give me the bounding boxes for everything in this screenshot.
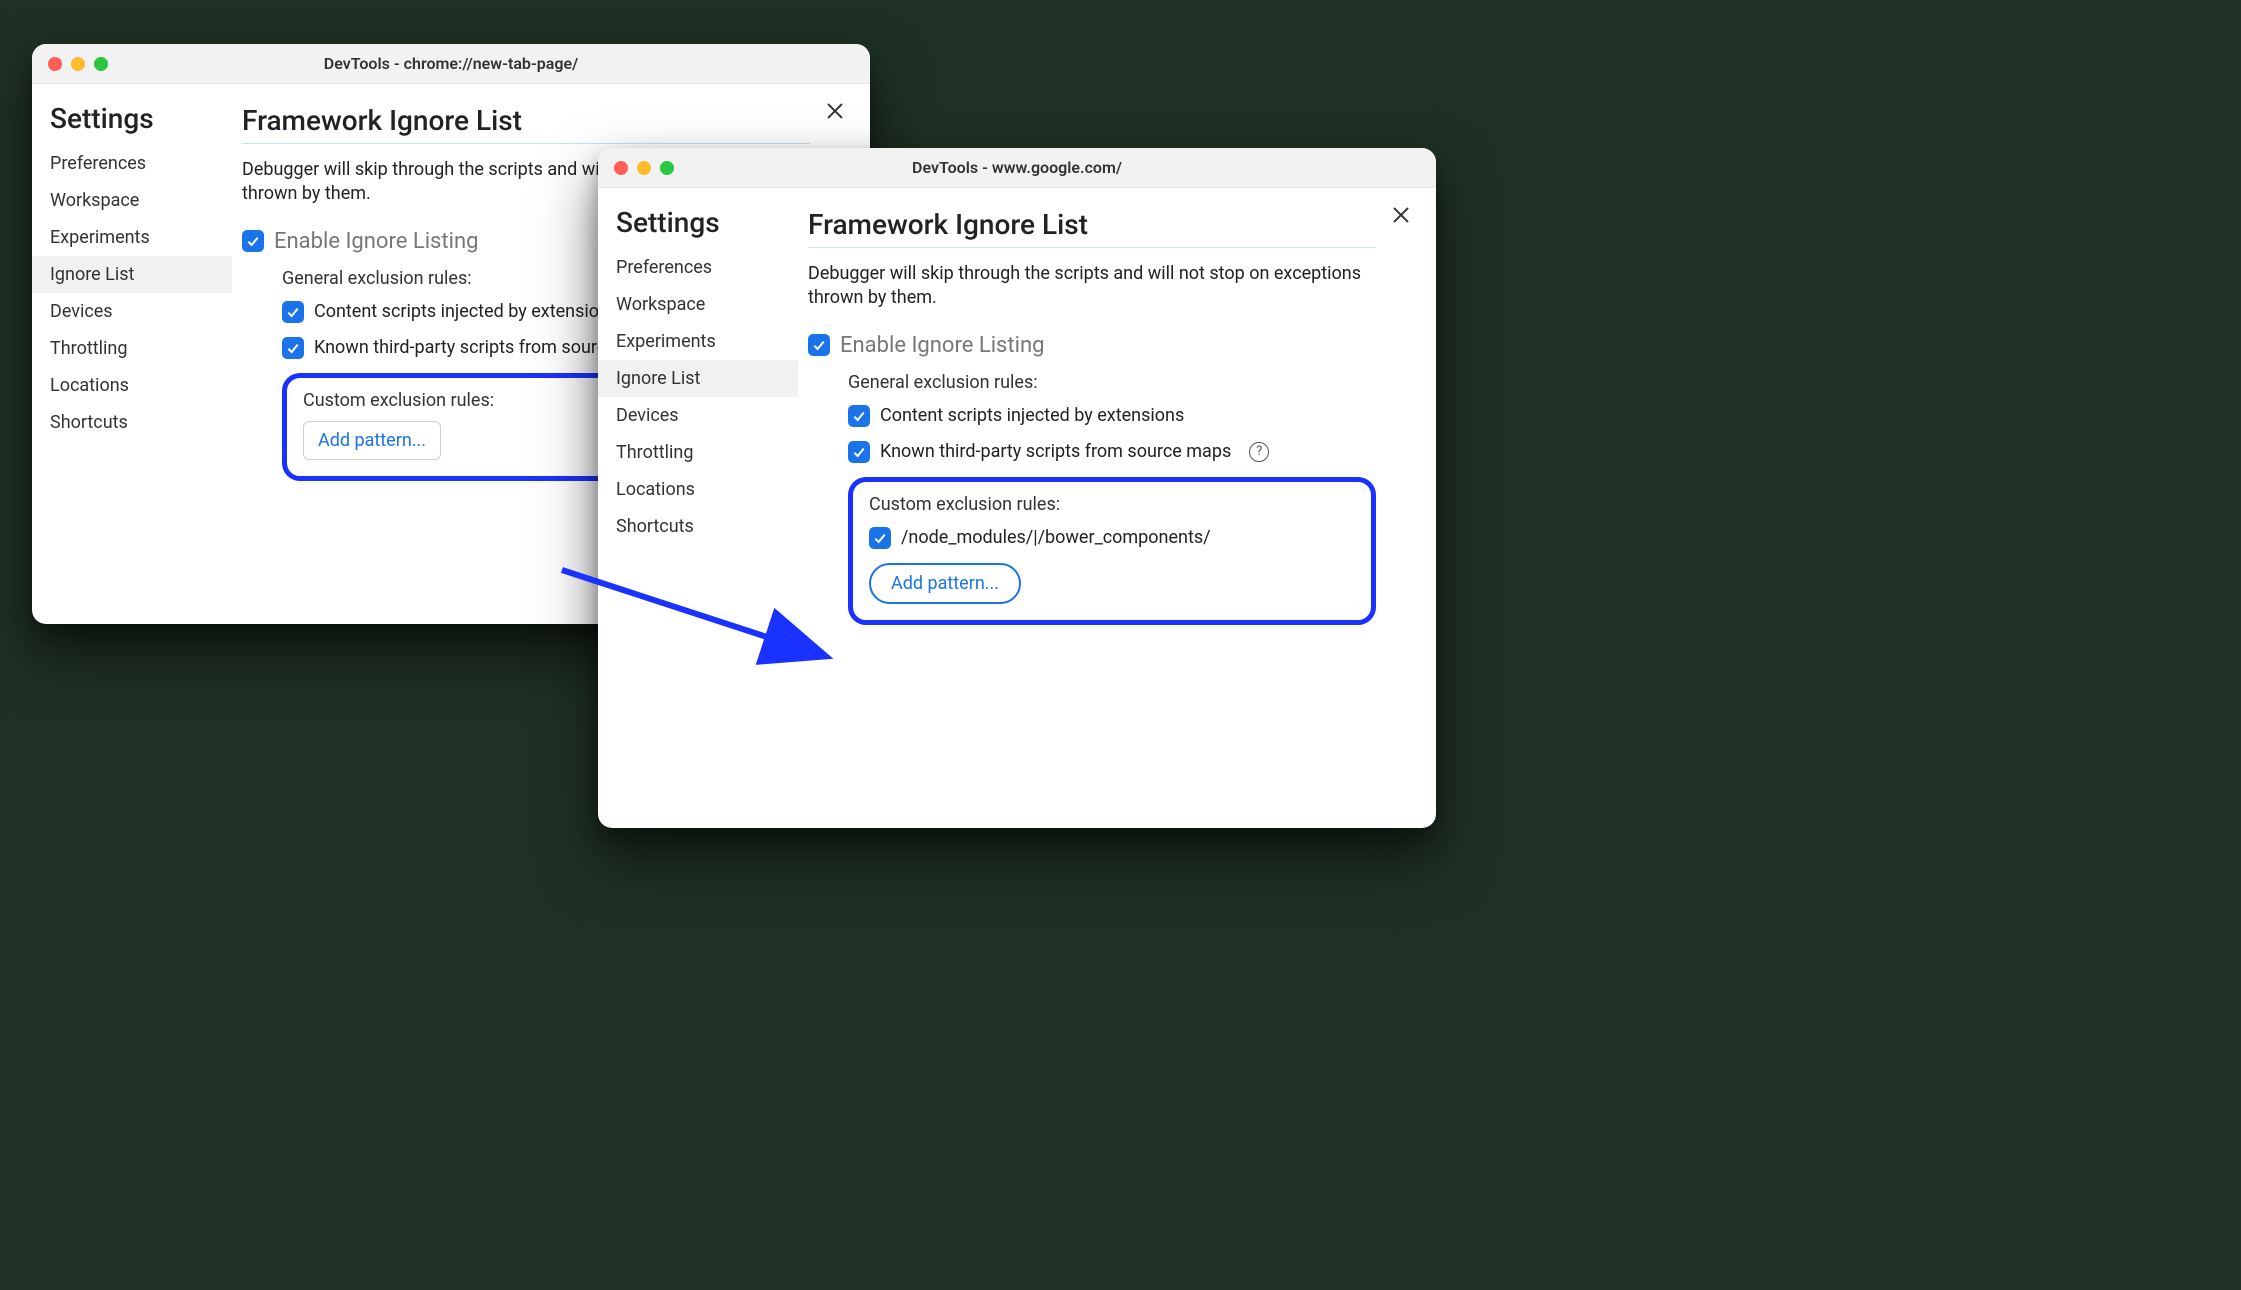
sidebar-item-preferences[interactable]: Preferences [598, 249, 798, 286]
sidebar-item-shortcuts[interactable]: Shortcuts [598, 508, 798, 545]
minimize-dot[interactable] [71, 57, 85, 71]
sidebar-item-devices[interactable]: Devices [598, 397, 798, 434]
traffic-lights [598, 161, 674, 175]
page-title: Framework Ignore List [808, 208, 1376, 241]
content-panel: Framework Ignore List Debugger will skip… [798, 188, 1436, 828]
sidebar-item-ignore-list[interactable]: Ignore List [598, 360, 798, 397]
custom-pattern-checkbox[interactable] [869, 527, 891, 549]
sidebar-item-locations[interactable]: Locations [32, 367, 232, 404]
titlebar: DevTools - chrome://new-tab-page/ [32, 44, 870, 84]
sidebar-item-preferences[interactable]: Preferences [32, 145, 232, 182]
page-title: Framework Ignore List [242, 104, 810, 137]
sidebar-item-experiments[interactable]: Experiments [598, 323, 798, 360]
thirdparty-label: Known third-party scripts from source ma… [880, 441, 1231, 462]
enable-ignore-checkbox[interactable] [808, 334, 830, 356]
enable-ignore-label: Enable Ignore Listing [840, 333, 1044, 358]
thirdparty-checkbox[interactable] [282, 337, 304, 359]
close-dot[interactable] [48, 57, 62, 71]
help-icon[interactable]: ? [1249, 442, 1269, 462]
sidebar-item-throttling[interactable]: Throttling [598, 434, 798, 471]
sidebar-item-ignore-list[interactable]: Ignore List [32, 256, 232, 293]
sidebar-heading: Settings [598, 206, 798, 249]
custom-rules-heading: Custom exclusion rules: [869, 494, 1355, 515]
divider [242, 143, 810, 144]
custom-rules-highlight: Custom exclusion rules: /node_modules/|/… [848, 477, 1376, 625]
sidebar-item-experiments[interactable]: Experiments [32, 219, 232, 256]
sidebar-item-devices[interactable]: Devices [32, 293, 232, 330]
traffic-lights [32, 57, 108, 71]
enable-ignore-label: Enable Ignore Listing [274, 229, 478, 254]
zoom-dot[interactable] [94, 57, 108, 71]
add-pattern-button[interactable]: Add pattern... [303, 421, 441, 460]
window-title: DevTools - www.google.com/ [598, 158, 1436, 177]
content-scripts-checkbox[interactable] [848, 405, 870, 427]
sidebar-item-shortcuts[interactable]: Shortcuts [32, 404, 232, 441]
content-scripts-label: Content scripts injected by extensions [880, 405, 1184, 426]
minimize-dot[interactable] [637, 161, 651, 175]
sidebar: Settings Preferences Workspace Experimen… [598, 188, 798, 828]
sidebar-item-workspace[interactable]: Workspace [598, 286, 798, 323]
content-scripts-checkbox[interactable] [282, 301, 304, 323]
sidebar-item-workspace[interactable]: Workspace [32, 182, 232, 219]
close-icon[interactable] [822, 98, 848, 124]
window-title: DevTools - chrome://new-tab-page/ [32, 54, 870, 73]
general-rules-heading: General exclusion rules: [848, 372, 1376, 393]
description-text: Debugger will skip through the scripts a… [808, 262, 1376, 311]
add-pattern-button[interactable]: Add pattern... [869, 563, 1021, 604]
devtools-window-2: DevTools - www.google.com/ Settings Pref… [598, 148, 1436, 828]
content-scripts-label: Content scripts injected by extensions [314, 301, 618, 322]
custom-pattern-label: /node_modules/|/bower_components/ [901, 527, 1211, 548]
sidebar-item-throttling[interactable]: Throttling [32, 330, 232, 367]
close-dot[interactable] [614, 161, 628, 175]
sidebar-item-locations[interactable]: Locations [598, 471, 798, 508]
enable-ignore-checkbox[interactable] [242, 230, 264, 252]
divider [808, 247, 1376, 248]
titlebar: DevTools - www.google.com/ [598, 148, 1436, 188]
sidebar: Settings Preferences Workspace Experimen… [32, 84, 232, 624]
sidebar-heading: Settings [32, 102, 232, 145]
zoom-dot[interactable] [660, 161, 674, 175]
thirdparty-checkbox[interactable] [848, 441, 870, 463]
close-icon[interactable] [1388, 202, 1414, 228]
